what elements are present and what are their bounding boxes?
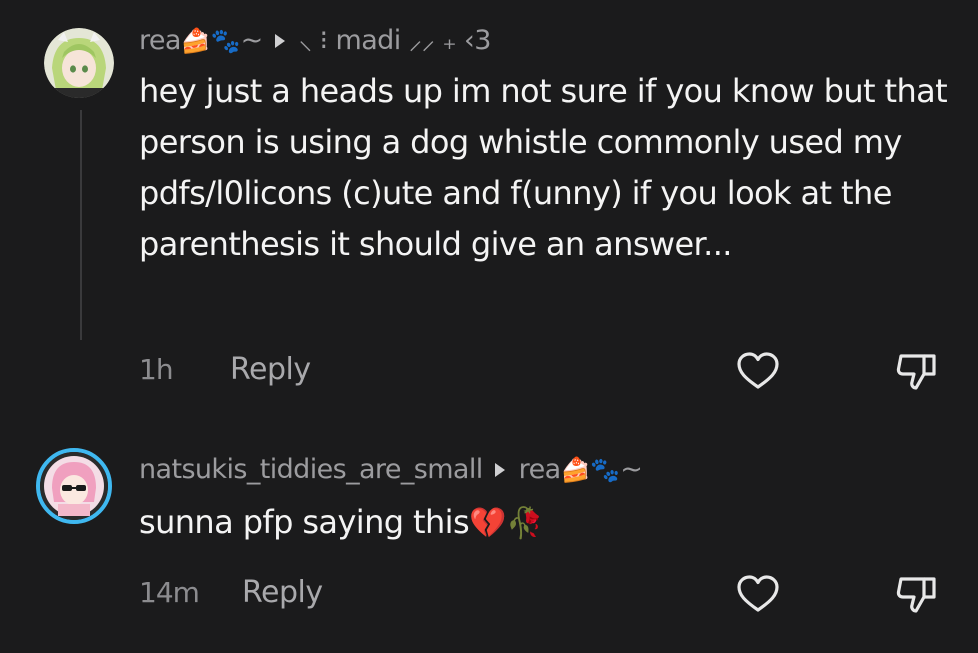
comment-actions: 14m Reply — [139, 573, 949, 613]
comment: natsukis_tiddies_are_small rea 🍰🐾 ~ sunn… — [139, 455, 954, 549]
author-emoji: 🍰🐾 — [180, 27, 241, 55]
comment-emoji: 💔🥀 — [469, 506, 544, 541]
comment-text: sunna pfp saying this💔🥀 — [139, 497, 954, 549]
avatar-image — [44, 28, 114, 98]
heart-icon[interactable] — [735, 573, 781, 615]
dislike-icon[interactable] — [894, 350, 940, 392]
reply-arrow-icon — [494, 463, 505, 477]
dislike-icon[interactable] — [894, 573, 940, 615]
comment-time: 1h — [139, 353, 174, 386]
heart-icon[interactable] — [735, 350, 781, 392]
reply-to-name[interactable]: rea — [519, 455, 561, 485]
comment-time: 14m — [139, 576, 200, 609]
reply-to-name[interactable]: ⸜ ⁝ madi ⸝⸝ ₊ ‹3 — [299, 26, 492, 56]
comment-meta: natsukis_tiddies_are_small rea 🍰🐾 ~ — [139, 455, 954, 485]
author-name[interactable]: rea — [139, 26, 181, 56]
reply-arrow-icon — [274, 34, 285, 48]
comment-text-body: sunna pfp saying this — [139, 503, 470, 541]
reply-button[interactable]: Reply — [230, 350, 311, 390]
reply-to-emoji: 🍰🐾 — [560, 456, 621, 484]
comment: rea 🍰🐾 ~ ⸜ ⁝ madi ⸝⸝ ₊ ‹3 hey just a hea… — [139, 26, 954, 270]
comment-actions: 1h Reply — [139, 350, 949, 390]
comment-text: hey just a heads up im not sure if you k… — [139, 72, 948, 263]
reply-to-suffix: ~ — [620, 454, 643, 485]
thread-line — [80, 110, 82, 340]
author-suffix: ~ — [240, 25, 264, 56]
comment-meta: rea 🍰🐾 ~ ⸜ ⁝ madi ⸝⸝ ₊ ‹3 — [139, 26, 954, 56]
avatar[interactable] — [44, 28, 114, 98]
avatar-image — [40, 452, 108, 520]
author-name[interactable]: natsukis_tiddies_are_small — [139, 455, 483, 485]
reply-button[interactable]: Reply — [242, 573, 323, 613]
comment-thread: rea 🍰🐾 ~ ⸜ ⁝ madi ⸝⸝ ₊ ‹3 hey just a hea… — [0, 0, 978, 653]
avatar[interactable] — [36, 448, 112, 524]
